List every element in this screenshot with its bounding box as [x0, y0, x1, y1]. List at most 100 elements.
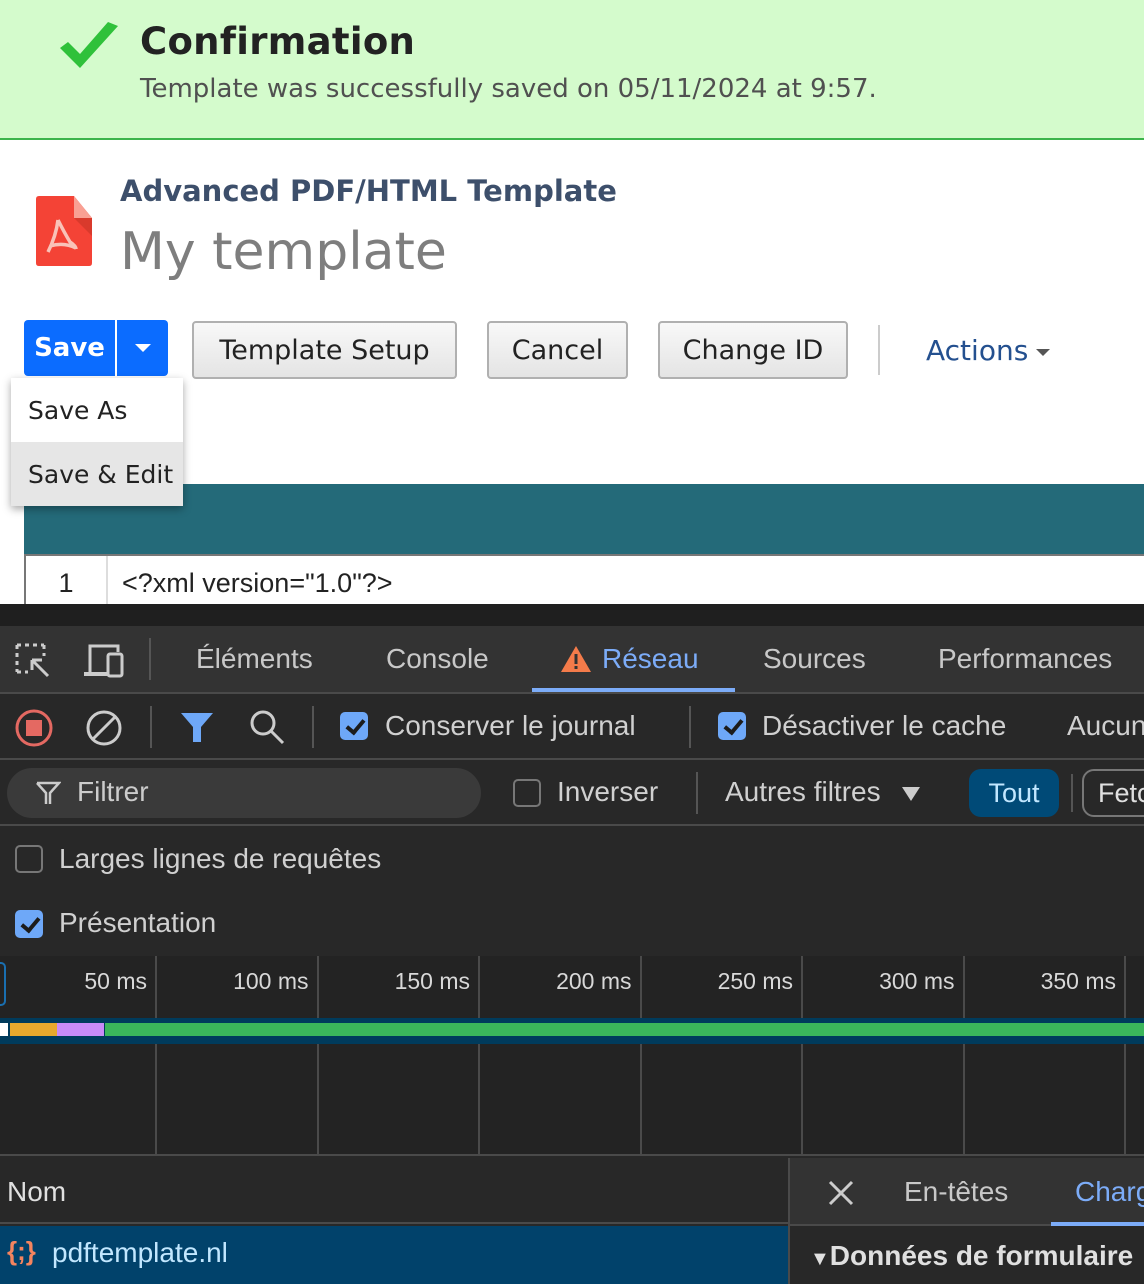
filter-placeholder: Filtrer — [77, 776, 149, 807]
timeline-gridline — [962, 956, 965, 1156]
filter-type-fetch[interactable]: Fetch — [1082, 769, 1144, 817]
overview-label: Présentation — [59, 907, 217, 938]
save-split-button: Save — [24, 320, 168, 376]
filter-input[interactable]: Filtrer — [7, 768, 481, 818]
large-rows-checkbox[interactable] — [15, 845, 43, 873]
preserve-log-label: Conserver le journal — [385, 710, 636, 741]
tab-network-label: Réseau — [602, 643, 699, 674]
waterfall-connect-segment — [57, 1023, 104, 1036]
chevron-down-icon — [134, 344, 151, 352]
tab-payload[interactable]: Charge utile — [1075, 1176, 1144, 1208]
column-header-name[interactable]: Nom — [7, 1176, 66, 1208]
template-setup-button[interactable]: Template Setup — [192, 321, 457, 379]
toolbar-divider — [1071, 774, 1073, 812]
timeline-gridline — [1124, 956, 1126, 1156]
waterfall-queue-segment — [0, 1023, 8, 1036]
invert-label: Inverser — [557, 776, 659, 807]
active-tab-indicator — [532, 688, 735, 692]
save-button[interactable]: Save — [24, 320, 117, 376]
filter-type-all[interactable]: Tout — [969, 769, 1059, 817]
device-toolbar-icon[interactable] — [84, 642, 126, 680]
toolbar-divider — [312, 706, 314, 748]
toolbar-divider — [689, 706, 691, 748]
tab-performance[interactable]: Performances — [938, 626, 1112, 692]
change-id-button[interactable]: Change ID — [658, 321, 848, 379]
devtools-panel: Éléments Console Réseau Sources Performa… — [0, 604, 1144, 1284]
timeline-tick-label: 200 ms — [556, 968, 632, 994]
timeline-range-handle[interactable] — [0, 962, 6, 1006]
timeline-tick-label: 300 ms — [879, 968, 955, 994]
record-type: Advanced PDF/HTML Template — [120, 174, 617, 208]
invert-checkbox[interactable] — [513, 779, 541, 807]
waterfall-track — [0, 1018, 1144, 1044]
line-number: 1 — [26, 556, 108, 604]
request-row[interactable]: {;} pdftemplate.nl — [0, 1226, 788, 1284]
filter-funnel-icon[interactable] — [180, 710, 214, 744]
preserve-log-checkbox[interactable] — [340, 712, 368, 740]
record-name: My template — [120, 222, 447, 282]
devtools-top-strip — [0, 604, 1144, 626]
disable-cache-checkbox[interactable] — [718, 712, 746, 740]
timeline-tick-label: 50 ms — [84, 968, 147, 994]
devtools-tab-bar: Éléments Console Réseau Sources Performa… — [0, 626, 1144, 694]
record-stop-icon[interactable] — [14, 708, 54, 748]
tab-network[interactable]: Réseau — [560, 626, 699, 692]
toolbar-divider — [696, 772, 698, 814]
save-menu-toggle[interactable] — [117, 320, 168, 376]
inspect-element-icon[interactable] — [14, 642, 52, 680]
request-details-tabs: En-têtes Charge utile — [788, 1158, 1144, 1226]
more-filters-label: Autres filtres — [725, 776, 881, 807]
triangle-down-icon — [902, 786, 921, 801]
network-overview-timeline[interactable]: 50 ms 100 ms 150 ms 200 ms 250 ms 300 ms 350 m… — [0, 956, 1144, 1156]
close-icon[interactable] — [828, 1180, 854, 1206]
timeline-tick-label: 250 ms — [717, 968, 793, 994]
timeline-gridline — [478, 956, 480, 1156]
cancel-button[interactable]: Cancel — [487, 321, 628, 379]
actions-menu[interactable]: Actions — [926, 334, 1051, 367]
timeline-tick-label: 100 ms — [233, 968, 309, 994]
toolbar-divider — [150, 706, 152, 748]
overview-checkbox[interactable] — [15, 910, 43, 938]
tab-sources[interactable]: Sources — [763, 626, 866, 692]
more-filters-dropdown[interactable]: Autres filtres — [725, 776, 921, 808]
menu-item-save-and-edit[interactable]: Save & Edit — [11, 442, 183, 506]
form-data-section-title: Données de formulaire — [829, 1240, 1134, 1271]
warning-icon — [561, 646, 591, 672]
menu-item-save-as[interactable]: Save As — [11, 378, 183, 442]
request-name: pdftemplate.nl — [52, 1237, 228, 1268]
form-data-section-toggle[interactable]: ▼Données de formulaire — [810, 1240, 1133, 1272]
timeline-tick-label: 150 ms — [394, 968, 470, 994]
editor-header-bar — [24, 484, 1144, 554]
search-icon[interactable] — [248, 708, 286, 746]
timeline-gridline — [155, 956, 157, 1156]
disable-cache-label: Désactiver le cache — [762, 710, 1007, 741]
tab-elements[interactable]: Éléments — [196, 626, 313, 692]
netsuite-page: Confirmation Template was successfully s… — [0, 0, 1144, 604]
timeline-gridline — [801, 956, 803, 1156]
save-dropdown-menu: Save As Save & Edit — [11, 378, 183, 506]
toolbar-divider — [878, 325, 880, 375]
throttling-select[interactable]: Aucun — [1067, 710, 1144, 742]
timeline-gridline — [639, 956, 642, 1156]
timeline-tick-label: 350 ms — [1040, 968, 1116, 994]
payload-panel: ▼Données de formulaire — [788, 1226, 1144, 1284]
timeline-gridline — [316, 956, 319, 1156]
waterfall-waiting-segment — [10, 1023, 57, 1036]
tab-headers[interactable]: En-têtes — [904, 1176, 1008, 1208]
code-editor[interactable]: 1 <?xml version="1.0"?> — [24, 554, 1144, 604]
toolbar-divider — [149, 638, 151, 680]
confirmation-banner: Confirmation Template was successfully s… — [0, 0, 1144, 140]
pdf-file-icon — [36, 196, 92, 266]
requests-table-header: Nom — [0, 1158, 788, 1224]
filter-icon — [36, 781, 61, 804]
checkmark-icon — [60, 22, 118, 68]
clear-icon[interactable] — [84, 708, 124, 748]
code-line[interactable]: <?xml version="1.0"?> — [122, 568, 393, 599]
filter-bar: Filtrer Inverser Autres filtres Tout Fet… — [0, 760, 1144, 826]
tab-console[interactable]: Console — [386, 626, 489, 692]
confirmation-message: Template was successfully saved on 05/11… — [140, 74, 877, 104]
large-rows-label: Larges lignes de requêtes — [59, 843, 382, 874]
triangle-down-icon: ▼ — [810, 1248, 830, 1270]
network-toolbar: Conserver le journal Désactiver le cache… — [0, 694, 1144, 760]
actions-label: Actions — [926, 334, 1029, 367]
